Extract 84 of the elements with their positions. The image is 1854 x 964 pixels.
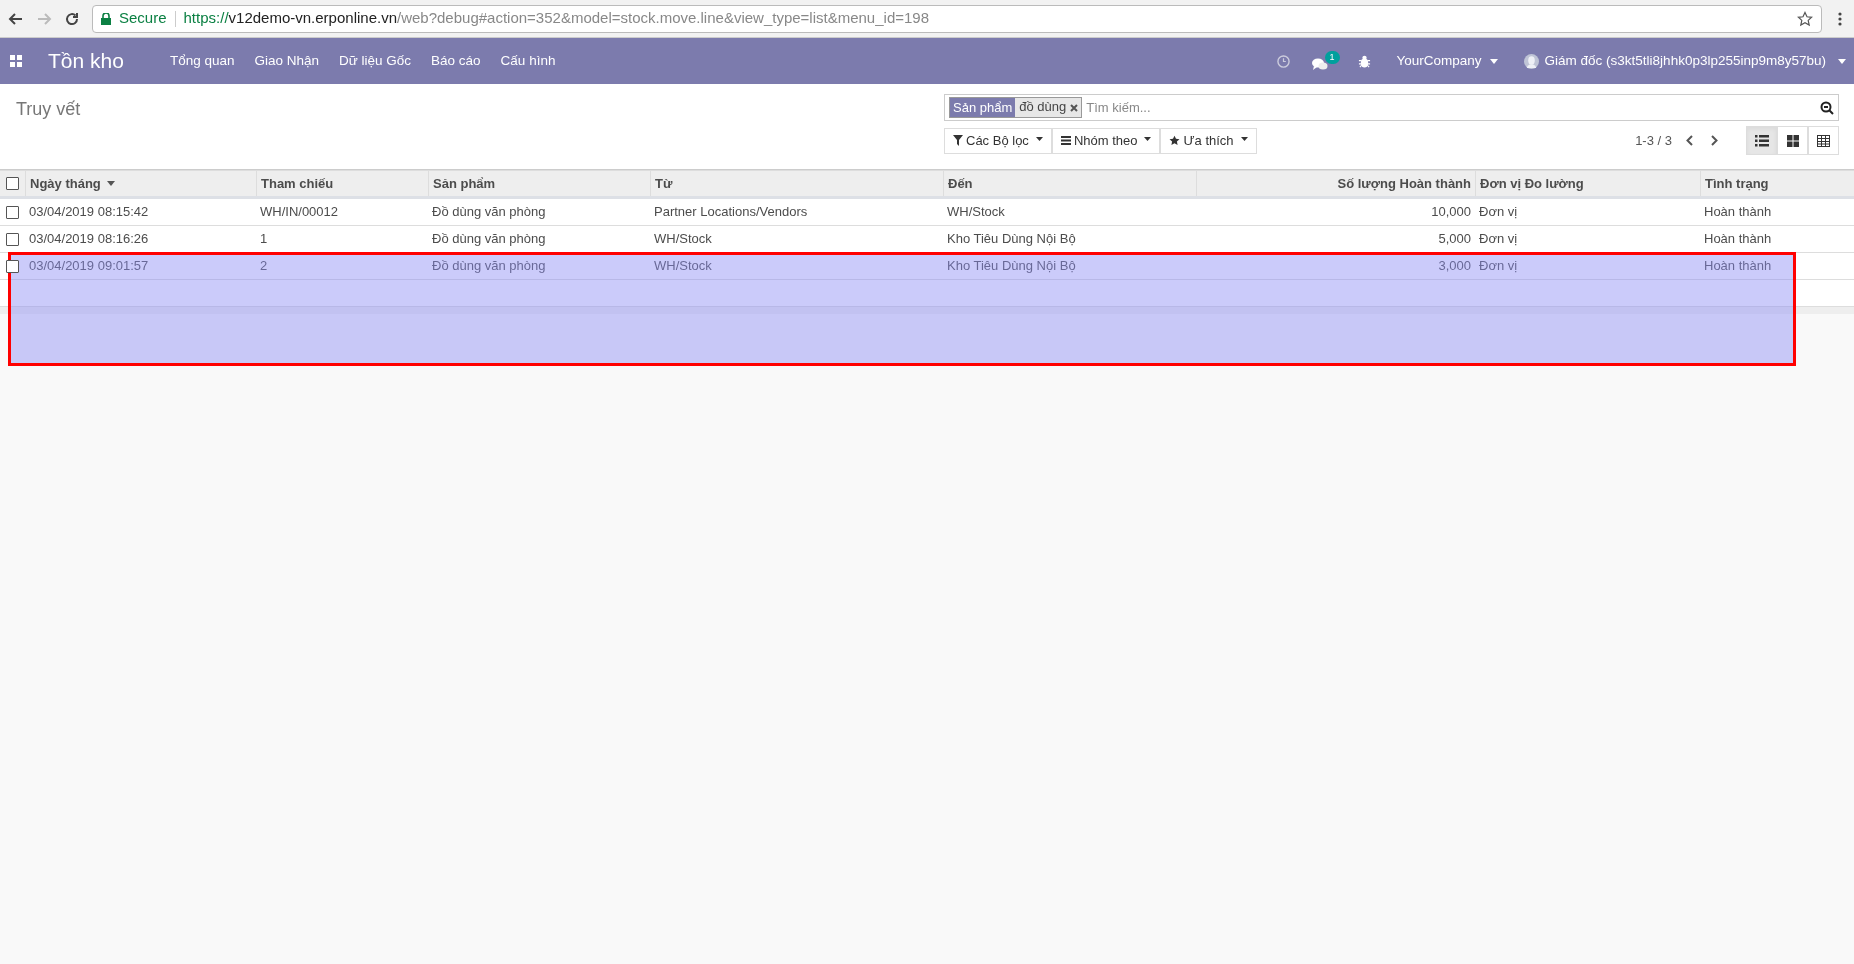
table-cell-text: Đồ dùng văn phòng (431, 203, 547, 222)
clock-icon[interactable] (1276, 54, 1290, 68)
checkbox[interactable] (6, 232, 19, 246)
table-cell-text: WH/Stock (653, 230, 713, 249)
checkbox[interactable] (6, 177, 19, 190)
search-icon[interactable] (1820, 100, 1834, 115)
chat-icon (1311, 58, 1328, 71)
table-cell-text: 5,000 (1437, 230, 1472, 249)
next-icon[interactable] (1711, 135, 1718, 146)
secure-label: Secure (119, 8, 167, 29)
address-bar[interactable]: Secure https://v12demo-vn.erponline.vn/web?debug#action=352&model=stock.move.line&view_type=list&menu_id=198 (92, 4, 1822, 33)
table-cell-text: Kho Tiêu Dùng Nội Bộ (946, 230, 1077, 249)
apps-icon[interactable] (10, 55, 22, 67)
list-view-button[interactable] (1746, 126, 1777, 155)
table-cell-text: 10,000 (1430, 203, 1472, 222)
previous-icon[interactable] (1686, 135, 1693, 146)
table-cell-text: Partner Locations/Vendors (653, 203, 809, 222)
table-cell-text: Đồ dùng văn phòng (431, 257, 547, 276)
avatar-icon (1523, 53, 1539, 69)
filter-icon (953, 135, 963, 146)
table-cell-text: 03/04/2019 08:15:42 (28, 203, 150, 222)
menu-item[interactable]: Cấu hình (490, 50, 566, 72)
table-view-icon (1817, 134, 1830, 147)
search-facet[interactable]: Sản phẩm đồ dùng (949, 97, 1083, 118)
caret-icon (1240, 136, 1248, 141)
table-cell-text: Đơn vị (1478, 230, 1519, 249)
company-switcher[interactable]: YourCompany (1396, 50, 1498, 72)
column-header[interactable]: Sản phẩm (428, 171, 650, 196)
dropdown-button[interactable]: Ưa thích (1160, 127, 1257, 154)
list-view-icon (1754, 134, 1769, 147)
column-header[interactable]: Từ (650, 171, 943, 196)
table-cell-text: Hoàn thành (1703, 203, 1773, 222)
search-bar[interactable]: Sản phẩm đồ dùng Tìm kiếm... (944, 94, 1839, 121)
message-count-badge: 1 (1324, 51, 1340, 64)
column-header[interactable]: Tình trạng (1700, 171, 1854, 196)
back-icon[interactable] (8, 10, 24, 27)
search-input[interactable]: Tìm kiếm... (1086, 97, 1820, 118)
table-cell-text: 3,000 (1437, 257, 1472, 276)
column-header[interactable]: Số lượng Hoàn thành (1196, 171, 1475, 196)
table-cell-text: 1 (259, 230, 269, 249)
caret-icon (1489, 58, 1498, 64)
table-cell-text: WH/Stock (653, 257, 713, 276)
url-text: https://v12demo-vn.erponline.vn/web?debug#action=352&model=stock.move.line&view_type=list&menu_id=198 (183, 8, 931, 29)
table-cell-text: Đồ dùng văn phòng (431, 230, 547, 249)
bookmark-star-icon[interactable] (1797, 10, 1813, 27)
caret-icon (1144, 136, 1152, 141)
bug-icon[interactable] (1357, 54, 1371, 68)
column-header[interactable]: Đến (943, 171, 1196, 196)
column-header[interactable]: Ngày tháng (25, 171, 256, 196)
menu-item[interactable]: Tổng quan (159, 50, 245, 72)
column-header[interactable]: Đơn vị Đo lường (1475, 171, 1700, 196)
table-cell-text: Đơn vị (1478, 203, 1519, 222)
menu-item[interactable]: Giao Nhận (244, 50, 329, 72)
table-view-button[interactable] (1808, 126, 1839, 155)
table-cell-text: 2 (259, 257, 269, 276)
kanban-view-button[interactable] (1777, 126, 1808, 155)
menu-item[interactable]: Dữ liệu Gốc (329, 50, 422, 72)
table-cell-text: WH/IN/00012 (259, 203, 340, 222)
checkbox[interactable] (6, 259, 19, 273)
dropdown-button[interactable]: Các Bộ lọc (944, 127, 1052, 154)
column-header[interactable]: Tham chiếu (256, 171, 428, 196)
user-menu[interactable]: Giám đốc (s3kt5tli8jhhk0p3lp255inp9m8y57bu) (1523, 50, 1846, 72)
table-cell-text: WH/Stock (946, 203, 1006, 222)
table-cell-text: 03/04/2019 09:01:57 (28, 257, 150, 276)
table-cell-text: Hoàn thành (1703, 257, 1773, 276)
pager-value: 1-3 / 3 (1635, 131, 1672, 150)
remove-icon[interactable] (1070, 98, 1082, 117)
table-cell-text: Kho Tiêu Dùng Nội Bộ (946, 257, 1077, 276)
caret-icon (1035, 136, 1043, 141)
star-icon (1169, 135, 1181, 146)
list-icon (1060, 136, 1071, 145)
table-cell-text: Hoàn thành (1703, 230, 1773, 249)
table-cell-text: Đơn vị (1478, 257, 1519, 276)
caret-icon (1838, 58, 1846, 64)
sort-caret-icon (106, 181, 115, 186)
app-title: Tồn kho (48, 48, 124, 75)
table-cell-text: 03/04/2019 08:16:26 (28, 230, 150, 249)
dropdown-button[interactable]: Nhóm theo (1051, 127, 1161, 154)
kanban-view-icon (1786, 134, 1799, 147)
menu-item[interactable]: Báo cáo (421, 50, 491, 72)
breadcrumb: Truy vết (16, 99, 81, 119)
checkbox[interactable] (6, 205, 19, 219)
lock-icon (101, 12, 111, 25)
reload-icon[interactable] (64, 10, 80, 27)
